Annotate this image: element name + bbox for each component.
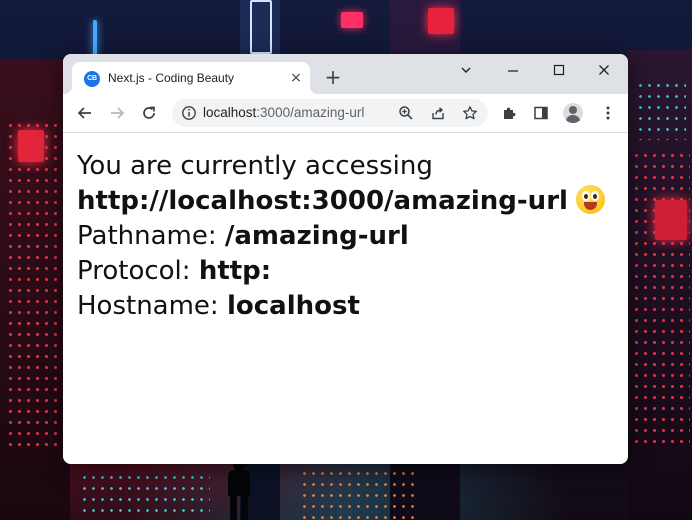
browser-window: CB Next.js - Coding Beauty × + localhost… <box>63 54 628 464</box>
bookmark-star-icon[interactable] <box>462 105 478 121</box>
building-lights <box>636 80 686 140</box>
neon-sign <box>655 200 687 240</box>
close-window-icon[interactable] <box>590 60 618 82</box>
neon-sign <box>341 12 363 28</box>
neon-sign <box>428 8 454 34</box>
extensions-puzzle-icon[interactable] <box>501 105 517 121</box>
reload-icon[interactable] <box>137 101 161 125</box>
protocol-value: http: <box>198 256 272 286</box>
back-arrow-icon[interactable] <box>73 101 97 125</box>
pathname-line: Pathname: /amazing-url <box>77 218 409 254</box>
profile-avatar-icon[interactable] <box>563 103 583 123</box>
protocol-label: Protocol: <box>77 256 191 286</box>
current-url-line: http://localhost:3000/amazing-url <box>77 183 605 219</box>
street-lights <box>80 472 210 520</box>
protocol-line: Protocol: http: <box>77 253 271 289</box>
building-lights <box>6 120 62 450</box>
pathname-label: Pathname: <box>77 221 217 251</box>
browser-toolbar: localhost:3000/amazing-url <box>63 94 628 133</box>
neon-strip <box>93 20 97 58</box>
new-tab-button[interactable]: + <box>322 66 344 88</box>
site-info-icon[interactable] <box>181 105 197 121</box>
hostname-line: Hostname: localhost <box>77 288 360 324</box>
silhouette-figure <box>222 458 256 520</box>
share-icon[interactable] <box>430 105 446 121</box>
building-lights <box>632 150 690 450</box>
street-lights <box>300 468 420 520</box>
tab-close-icon[interactable]: × <box>288 70 304 86</box>
url-path: :3000/amazing-url <box>256 105 365 120</box>
intro-text: You are currently accessing <box>77 151 433 181</box>
tab-title: Next.js - Coding Beauty <box>108 71 235 85</box>
current-url: http://localhost:3000/amazing-url <box>77 186 568 216</box>
url-host: localhost <box>203 105 257 120</box>
maximize-icon[interactable] <box>545 60 573 82</box>
zoom-icon[interactable] <box>398 105 414 121</box>
neon-sign <box>18 130 44 162</box>
favicon-icon: CB <box>84 71 100 87</box>
neon-sign <box>250 0 272 54</box>
hostname-value: localhost <box>226 291 360 321</box>
hostname-label: Hostname: <box>77 291 219 321</box>
active-tab[interactable]: CB Next.js - Coding Beauty × <box>64 62 318 94</box>
forward-arrow-icon[interactable] <box>105 101 129 125</box>
page-content: You are currently accessing http://local… <box>63 133 628 464</box>
tab-search-chevron-down-icon[interactable] <box>452 60 480 82</box>
more-menu-icon[interactable] <box>600 105 616 121</box>
side-panel-icon[interactable] <box>533 105 549 121</box>
minimize-icon[interactable] <box>499 60 527 82</box>
grinning-face-icon <box>575 185 605 214</box>
address-bar[interactable]: localhost:3000/amazing-url <box>172 99 488 127</box>
url-text[interactable]: localhost:3000/amazing-url <box>203 105 364 120</box>
tab-strip: CB Next.js - Coding Beauty × + <box>63 54 628 94</box>
pathname-value: /amazing-url <box>224 221 409 251</box>
